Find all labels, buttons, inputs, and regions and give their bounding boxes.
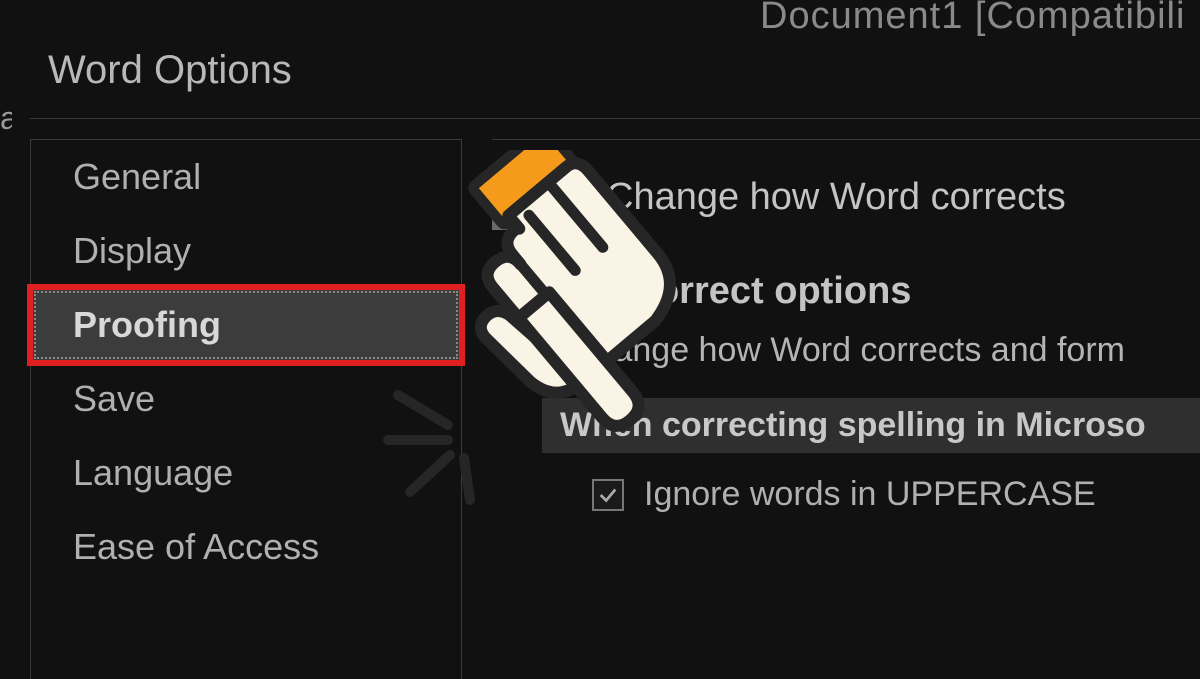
content-panel: ABC Change how Word corrects AutoCorrect… bbox=[492, 139, 1200, 679]
dialog-title: Word Options bbox=[48, 48, 292, 93]
spelling-heading: When correcting spelling in Microso bbox=[542, 398, 1200, 453]
doc-title: Document1 [Compatibili bbox=[760, 0, 1200, 38]
content-header-text: Change how Word corrects bbox=[606, 164, 1066, 219]
cropped-edge: a bbox=[0, 100, 12, 140]
checkbox-uppercase[interactable] bbox=[592, 479, 624, 511]
content-header: ABC Change how Word corrects bbox=[492, 164, 1200, 230]
checkbox-uppercase-label: Ignore words in UPPERCASE bbox=[644, 475, 1096, 514]
sidebar-item-display[interactable]: Display bbox=[31, 214, 461, 288]
dialog-body: General Display Proofing Save Language E… bbox=[30, 118, 1200, 678]
sidebar-item-save[interactable]: Save bbox=[31, 362, 461, 436]
checkbox-row-uppercase: Ignore words in UPPERCASE bbox=[492, 475, 1200, 514]
sidebar-item-general[interactable]: General bbox=[31, 140, 461, 214]
sidebar: General Display Proofing Save Language E… bbox=[30, 139, 462, 679]
abc-check-icon: ABC bbox=[492, 170, 582, 230]
autocorrect-heading: AutoCorrect options bbox=[492, 270, 1200, 313]
autocorrect-desc: Change how Word corrects and form bbox=[492, 331, 1200, 370]
cropped-edge bbox=[0, 310, 12, 350]
sidebar-item-proofing[interactable]: Proofing bbox=[31, 288, 461, 362]
check-icon bbox=[597, 484, 619, 506]
sidebar-item-language[interactable]: Language bbox=[31, 436, 461, 510]
sidebar-item-ease-of-access[interactable]: Ease of Access bbox=[31, 510, 461, 584]
